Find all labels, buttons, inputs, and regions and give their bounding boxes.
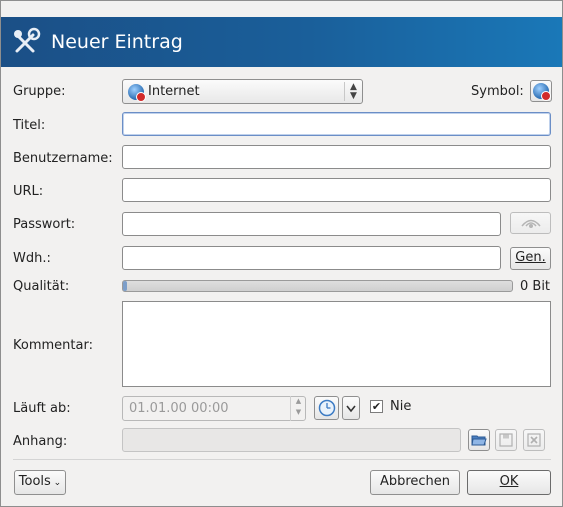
dialog-title: Neuer Eintrag [51, 31, 183, 53]
internet-group-icon [128, 84, 146, 102]
expires-calendar-button[interactable] [314, 396, 339, 420]
comment-label: Kommentar: [13, 338, 93, 353]
comment-textarea[interactable] [122, 301, 551, 387]
expires-datetime-input[interactable]: 01.01.00 00:00 [122, 396, 306, 421]
title-label: Titel: [13, 118, 46, 133]
delete-icon [527, 433, 541, 447]
delete-attachment-button[interactable] [523, 429, 545, 451]
new-entry-dialog: Neuer Eintrag Gruppe: Internet ▲ ▼ Symbol… [0, 0, 563, 507]
tools-button[interactable]: Tools ⌄ [14, 470, 66, 495]
symbol-icon [533, 83, 551, 101]
folder-open-icon [471, 435, 487, 446]
group-label: Gruppe: [13, 84, 66, 99]
save-icon [499, 433, 513, 447]
eye-icon [520, 219, 541, 228]
ok-button[interactable]: OK [467, 470, 551, 495]
expires-label: Läuft ab: [13, 401, 71, 416]
checkmark-icon: ✔ [371, 400, 382, 413]
expires-spinner[interactable]: ▲ ▼ [290, 396, 306, 421]
generate-password-button[interactable]: Gen. [510, 247, 551, 270]
password-label: Passwort: [13, 217, 76, 232]
password-input[interactable] [122, 212, 501, 236]
username-input[interactable] [122, 145, 551, 169]
ok-label: OK [499, 474, 519, 489]
never-expires-label: Nie [390, 399, 412, 414]
tools-label: Tools [18, 474, 51, 489]
cancel-label: Abbrechen [379, 474, 451, 489]
open-attachment-button[interactable] [468, 429, 490, 451]
updown-arrows-icon: ▲ ▼ [344, 82, 362, 101]
group-select[interactable]: Internet ▲ ▼ [122, 79, 363, 104]
chevron-down-icon: ⌄ [50, 478, 62, 488]
quality-bar [122, 280, 513, 292]
show-password-button[interactable] [510, 212, 551, 234]
symbol-label: Symbol: [471, 84, 524, 99]
attachment-input[interactable] [122, 428, 461, 452]
cancel-button[interactable]: Abbrechen [370, 470, 460, 495]
group-select-value: Internet [148, 84, 200, 99]
chevron-down-icon [346, 405, 356, 413]
repeat-label: Wdh.: [13, 251, 51, 266]
username-label: Benutzername: [13, 151, 113, 166]
generate-label: Gen. [515, 250, 546, 265]
quality-value: 0 Bit [520, 279, 551, 294]
symbol-button[interactable] [530, 80, 552, 102]
save-attachment-button[interactable] [495, 429, 517, 451]
url-input[interactable] [122, 178, 551, 202]
attachment-label: Anhang: [13, 434, 68, 449]
expires-datetime-value: 01.01.00 00:00 [129, 401, 229, 416]
expires-presets-button[interactable] [342, 396, 360, 420]
footer-divider [13, 459, 551, 460]
url-label: URL: [13, 184, 44, 199]
title-input[interactable] [122, 112, 551, 136]
key-tools-icon [14, 27, 41, 53]
clock-icon [318, 399, 335, 417]
quality-label: Qualität: [13, 279, 70, 294]
repeat-password-input[interactable] [122, 246, 501, 270]
dialog-banner: Neuer Eintrag [1, 17, 562, 67]
quality-bar-fill [123, 281, 127, 291]
never-expires-checkbox[interactable]: ✔ [370, 400, 383, 413]
